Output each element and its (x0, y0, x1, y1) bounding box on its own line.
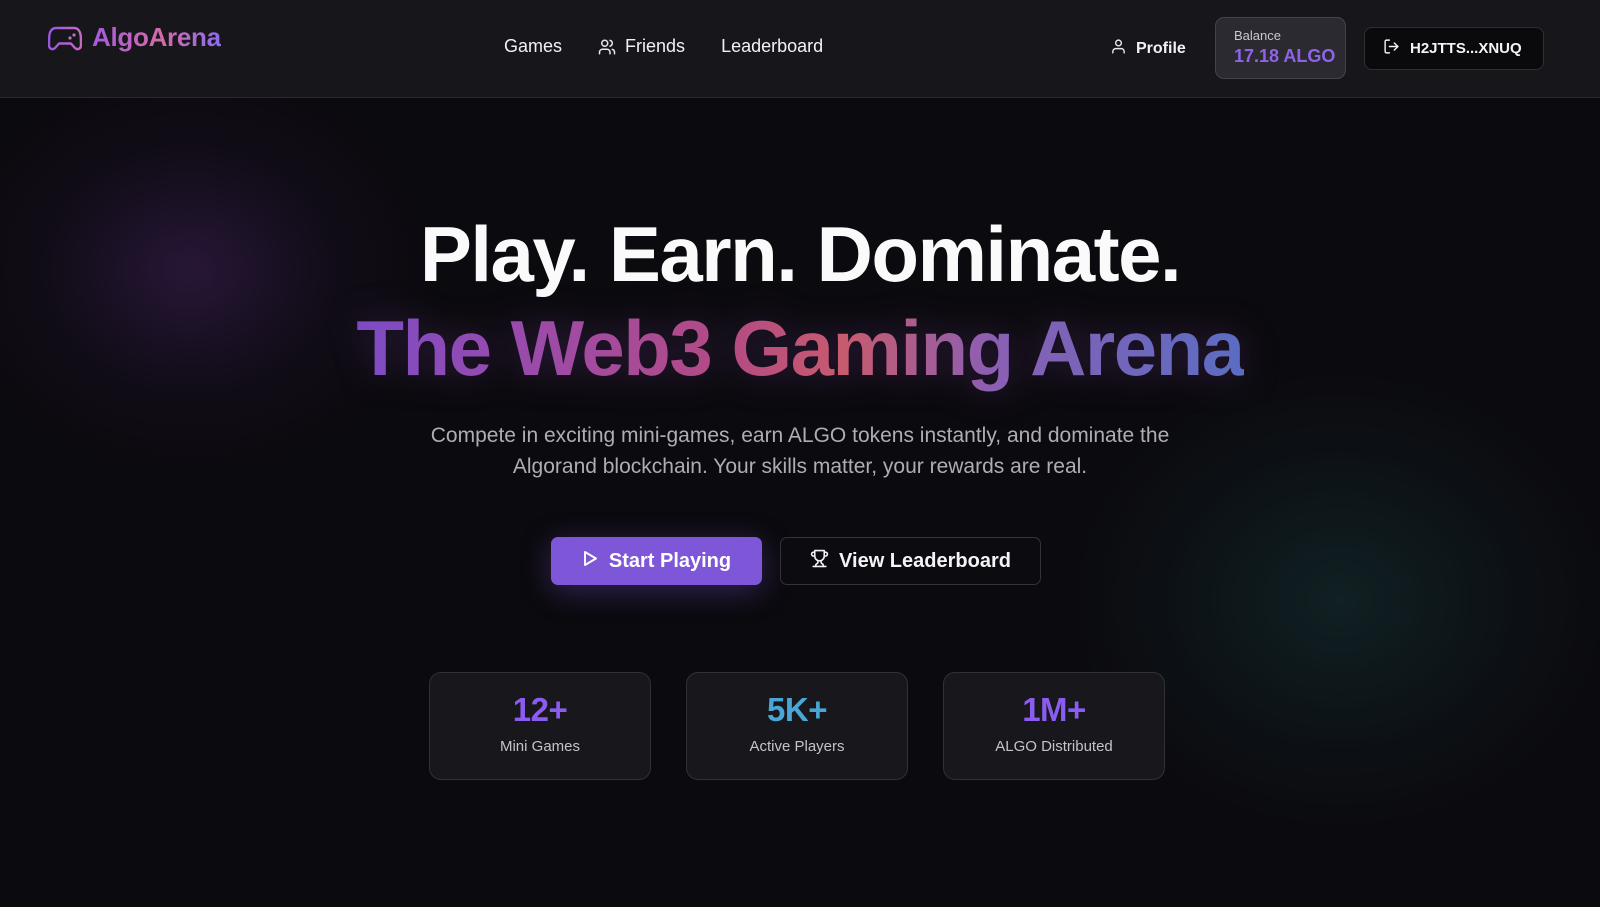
stat-card-players: 5K+ Active Players (686, 672, 908, 780)
gamepad-icon (48, 24, 82, 52)
users-icon (598, 38, 616, 56)
main-nav: Games Friends Leaderboard (504, 36, 823, 57)
wallet-address: H2JTTS...XNUQ (1410, 40, 1522, 57)
start-playing-button[interactable]: Start Playing (551, 537, 762, 585)
balance-card: Balance 17.18 ALGO (1215, 17, 1346, 79)
nav-item-leaderboard[interactable]: Leaderboard (721, 36, 823, 57)
nav-item-label: Games (504, 36, 563, 56)
hero-subtitle-gradient: The Web3 Gaming Arena (0, 300, 1600, 396)
start-playing-label: Start Playing (608, 549, 732, 572)
stat-value: 5K+ (767, 691, 827, 728)
view-leaderboard-label: View Leaderboard (839, 549, 1011, 572)
play-icon (582, 550, 598, 573)
nav-item-friends[interactable]: Friends (598, 36, 685, 57)
view-leaderboard-button[interactable]: View Leaderboard (780, 537, 1041, 585)
stat-label: Mini Games (499, 738, 581, 755)
stat-card-games: 12+ Mini Games (429, 672, 651, 780)
profile-label: Profile (1136, 40, 1186, 57)
hero-title: Play. Earn. Dominate. (419, 210, 1182, 298)
hero-description: Compete in exciting mini-games, earn ALG… (430, 424, 1170, 478)
stat-value: 12+ (512, 691, 568, 728)
stat-value: 1M+ (1022, 691, 1086, 728)
profile-link[interactable]: Profile (1110, 38, 1186, 60)
page: AlgoArena Games Friends Leaderboard Prof… (0, 0, 1600, 907)
nav-item-games[interactable]: Games (504, 36, 562, 57)
nav-item-label: Friends (625, 36, 686, 56)
balance-label: Balance (1234, 28, 1281, 43)
nav-item-label: Leaderboard (721, 36, 824, 56)
stat-label: ALGO Distributed (995, 738, 1113, 755)
stats-row: 12+ Mini Games 5K+ Active Players 1M+ AL… (429, 672, 1165, 780)
stat-label: Active Players (749, 738, 845, 755)
top-nav-bar: AlgoArena Games Friends Leaderboard Prof… (0, 0, 1600, 98)
wallet-disconnect-button[interactable]: H2JTTS...XNUQ (1364, 27, 1544, 70)
trophy-icon (810, 549, 829, 574)
log-out-icon (1383, 38, 1400, 59)
balance-value: 17.18 ALGO (1234, 46, 1336, 66)
app-name: AlgoArena (92, 22, 221, 52)
logo[interactable]: AlgoArena (48, 22, 221, 53)
user-icon (1110, 38, 1127, 60)
hero-title-line-2: The Web3 Gaming Arena (356, 304, 1245, 392)
stat-card-distributed: 1M+ ALGO Distributed (943, 672, 1165, 780)
